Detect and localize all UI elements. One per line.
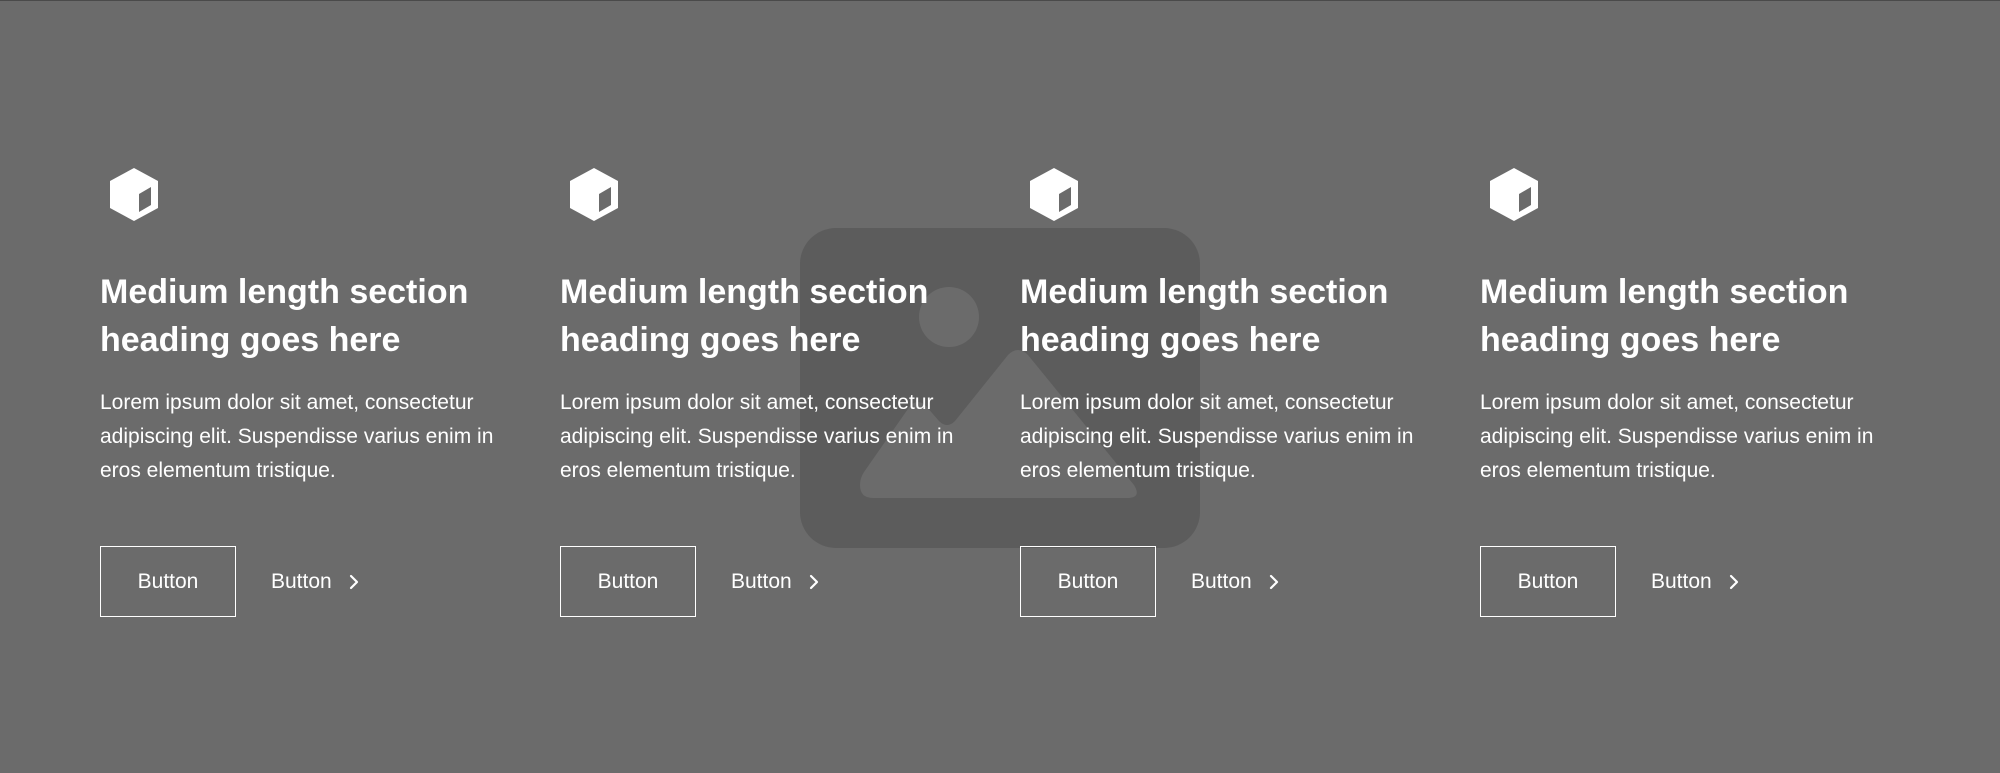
chevron-right-icon <box>1269 574 1278 589</box>
secondary-button-label: Button <box>1651 569 1712 593</box>
feature-actions: Button Button <box>1480 546 1900 617</box>
cube-icon <box>1490 168 1538 221</box>
secondary-link-button[interactable]: Button <box>1651 570 1742 594</box>
secondary-link-button[interactable]: Button <box>271 570 362 594</box>
feature-heading: Medium length section heading goes here <box>100 273 469 359</box>
secondary-link-button[interactable]: Button <box>731 570 822 594</box>
primary-button[interactable]: Button <box>1020 546 1156 617</box>
feature-description: Lorem ipsum dolor sit amet, consectetur … <box>100 391 494 482</box>
cube-icon <box>570 168 618 221</box>
secondary-link-button[interactable]: Button <box>1191 570 1282 594</box>
top-divider <box>0 0 2000 1</box>
secondary-button-label: Button <box>271 569 332 593</box>
feature-card: Medium length section heading goes here … <box>1020 165 1480 617</box>
secondary-button-label: Button <box>1191 569 1252 593</box>
feature-heading: Medium length section heading goes here <box>1480 273 1849 359</box>
feature-heading: Medium length section heading goes here <box>1020 273 1389 359</box>
feature-heading: Medium length section heading goes here <box>560 273 929 359</box>
feature-description: Lorem ipsum dolor sit amet, consectetur … <box>1020 391 1414 482</box>
primary-button[interactable]: Button <box>100 546 236 617</box>
feature-actions: Button Button <box>560 546 980 617</box>
primary-button[interactable]: Button <box>560 546 696 617</box>
feature-actions: Button Button <box>100 546 520 617</box>
cube-icon <box>1030 168 1078 221</box>
cube-icon <box>110 168 158 221</box>
chevron-right-icon <box>809 574 818 589</box>
feature-description: Lorem ipsum dolor sit amet, consectetur … <box>560 391 954 482</box>
chevron-right-icon <box>349 574 358 589</box>
feature-description: Lorem ipsum dolor sit amet, consectetur … <box>1480 391 1874 482</box>
feature-card: Medium length section heading goes here … <box>560 165 1020 617</box>
chevron-right-icon <box>1729 574 1738 589</box>
feature-card: Medium length section heading goes here … <box>1480 165 1940 617</box>
feature-card: Medium length section heading goes here … <box>100 165 560 617</box>
primary-button[interactable]: Button <box>1480 546 1616 617</box>
feature-actions: Button Button <box>1020 546 1440 617</box>
features-row: Medium length section heading goes here … <box>100 165 1940 617</box>
secondary-button-label: Button <box>731 569 792 593</box>
